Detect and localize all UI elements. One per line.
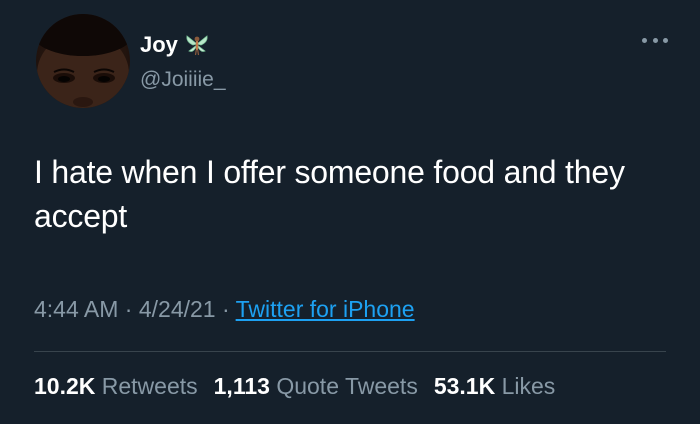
- retweets-stat[interactable]: 10.2K Retweets: [34, 373, 198, 400]
- likes-count: 53.1K: [433, 373, 496, 399]
- tweet-source-link[interactable]: Twitter for iPhone: [236, 296, 415, 322]
- quote-tweets-count: 1,113: [213, 373, 270, 399]
- tweet-time[interactable]: 4:44 AM: [34, 296, 118, 322]
- meta-separator: ·: [118, 296, 139, 322]
- more-horizontal-icon-dot: [652, 37, 658, 43]
- divider: [34, 351, 666, 352]
- likes-label: Likes: [501, 373, 556, 399]
- more-horizontal-icon: [642, 37, 647, 43]
- quote-tweets-stat[interactable]: 1,113 Quote Tweets: [214, 373, 418, 400]
- author-handle[interactable]: @Joiiiie_: [140, 68, 226, 92]
- avatar[interactable]: [36, 14, 130, 108]
- avatar-photo: [36, 14, 130, 108]
- tweet-date[interactable]: 4/24/21: [139, 296, 216, 322]
- retweets-label: Retweets: [101, 373, 198, 399]
- more-horizontal-icon-dot: [663, 37, 668, 43]
- tweet-stats: 10.2K Retweets 1,113 Quote Tweets 53.1K …: [34, 373, 555, 400]
- quote-tweets-label: Quote Tweets: [276, 373, 418, 399]
- author-name-row: Joy: [140, 32, 210, 58]
- tweet-card: Joy @Joiiiie_ I hate when I offer someon…: [0, 0, 700, 424]
- author-display-name[interactable]: Joy: [140, 32, 178, 58]
- retweets-count: 10.2K: [34, 373, 96, 399]
- meta-separator: ·: [215, 296, 236, 322]
- fairy-icon: [184, 32, 210, 58]
- more-options-button[interactable]: [642, 34, 668, 46]
- tweet-text: I hate when I offer someone food and the…: [34, 154, 625, 234]
- likes-stat[interactable]: 53.1K Likes: [434, 373, 555, 400]
- tweet-meta: 4:44 AM · 4/24/21 · Twitter for iPhone: [34, 296, 415, 323]
